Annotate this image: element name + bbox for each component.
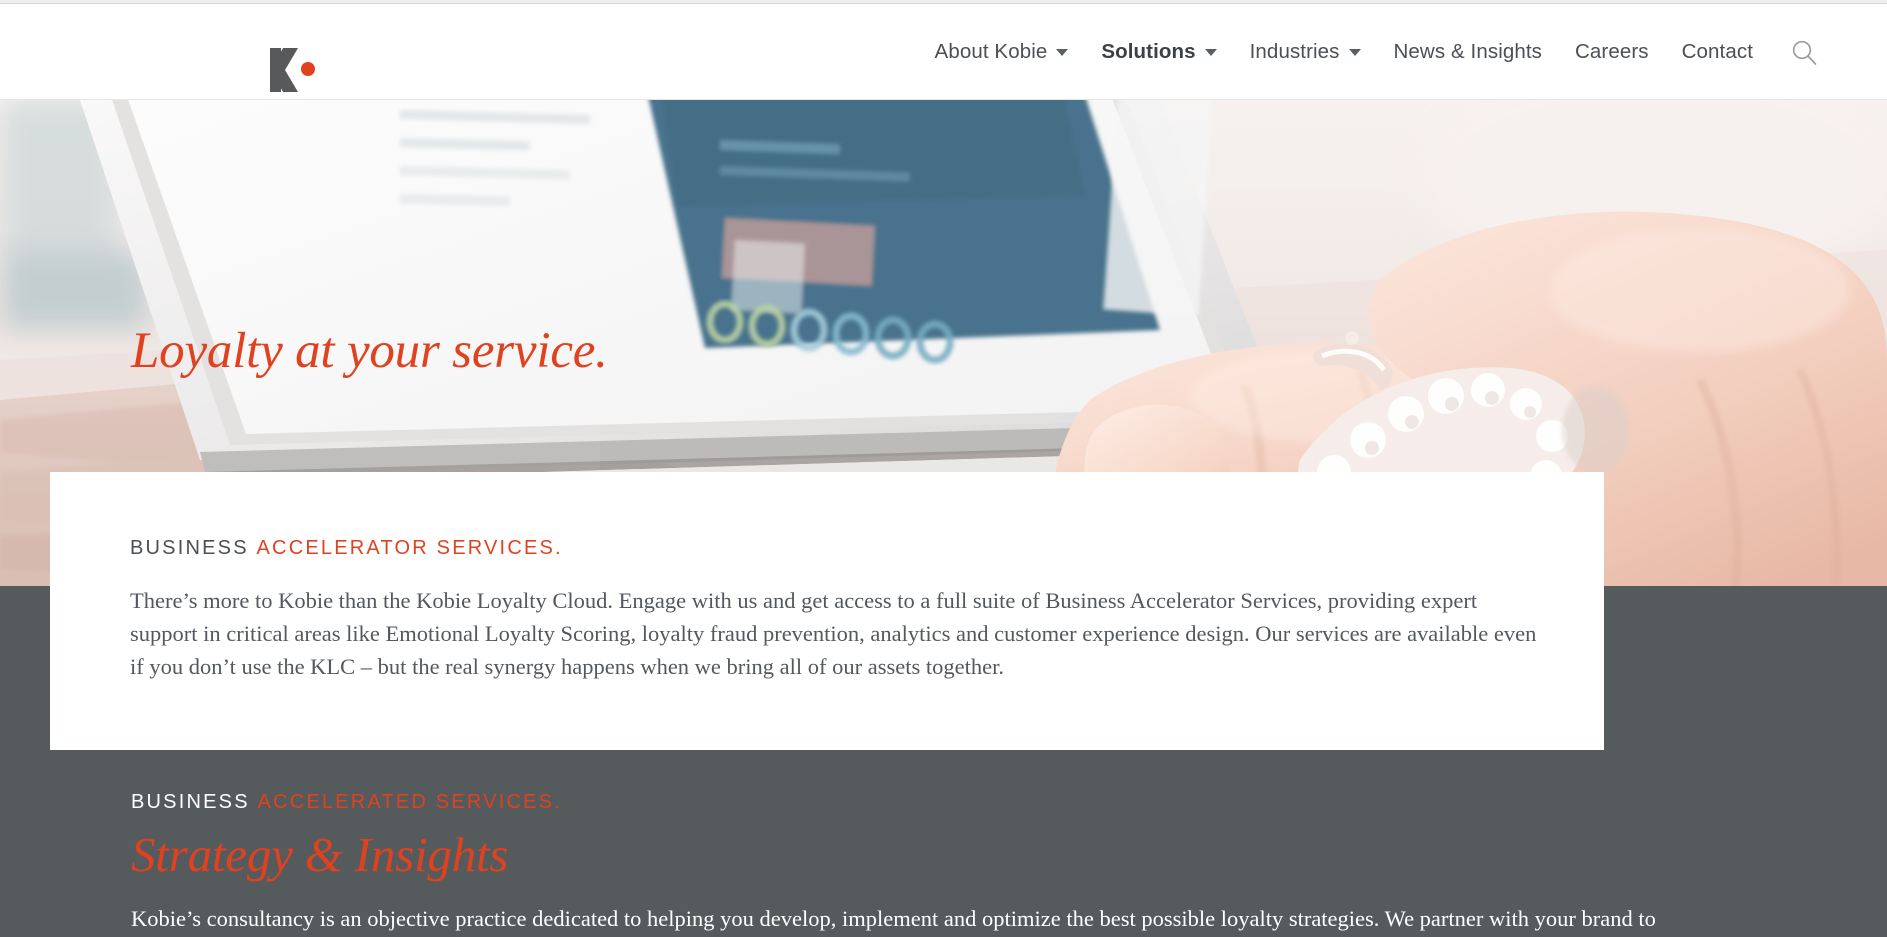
browser-top-strip-highlight — [0, 0, 1887, 3]
card-eyebrow-accent: ACCELERATOR SERVICES. — [256, 537, 563, 559]
chevron-down-icon — [1204, 48, 1217, 56]
page-root: About Kobie Solutions Industries News & … — [0, 0, 1887, 937]
card-paragraph: There’s more to Kobie than the Kobie Loy… — [130, 588, 1537, 680]
nav-item-contact[interactable]: Contact — [1682, 40, 1753, 64]
nav-label-news-and-insights: News & Insights — [1393, 40, 1543, 63]
card-eyebrow: BUSINESS ACCELERATOR SERVICES. — [130, 537, 1604, 560]
nav-item-industries[interactable]: Industries — [1250, 40, 1361, 64]
kobie-logo[interactable] — [134, 24, 315, 92]
chevron-down-icon — [1348, 48, 1361, 56]
dark-eyebrow-accent: ACCELERATED SERVICES. — [257, 791, 562, 813]
dark-section-heading: Strategy & Insights — [131, 827, 509, 882]
nav-label-solutions: Solutions — [1101, 40, 1196, 63]
dark-eyebrow-primary: BUSINESS — [131, 791, 250, 813]
nav-item-about-kobie[interactable]: About Kobie — [935, 40, 1069, 64]
card-eyebrow-primary: BUSINESS — [130, 537, 249, 559]
kobie-logo-icon — [270, 48, 315, 92]
nav-item-careers[interactable]: Careers — [1575, 40, 1649, 64]
hero-title: Loyalty at your service. — [131, 323, 608, 379]
strategy-insights-section: BUSINESS ACCELERATED SERVICES. Strategy … — [131, 791, 1831, 936]
accelerator-services-card: BUSINESS ACCELERATOR SERVICES. There’s m… — [50, 472, 1604, 750]
nav-label-careers: Careers — [1575, 40, 1649, 63]
nav-label-contact: Contact — [1681, 40, 1753, 63]
main-navigation: About Kobie Solutions Industries News & … — [935, 4, 1887, 100]
nav-item-news-and-insights[interactable]: News & Insights — [1394, 40, 1542, 64]
dark-eyebrow: BUSINESS ACCELERATED SERVICES. — [131, 791, 1831, 814]
chevron-down-icon — [1056, 48, 1069, 56]
nav-item-solutions[interactable]: Solutions — [1101, 40, 1217, 64]
site-header: About Kobie Solutions Industries News & … — [0, 4, 1887, 100]
search-button[interactable] — [1789, 37, 1819, 67]
search-icon — [1792, 40, 1816, 65]
nav-label-industries: Industries — [1249, 40, 1340, 63]
dark-section-paragraph: Kobie’s consultancy is an objective prac… — [131, 905, 1656, 931]
nav-label-about-kobie: About Kobie — [934, 40, 1048, 63]
